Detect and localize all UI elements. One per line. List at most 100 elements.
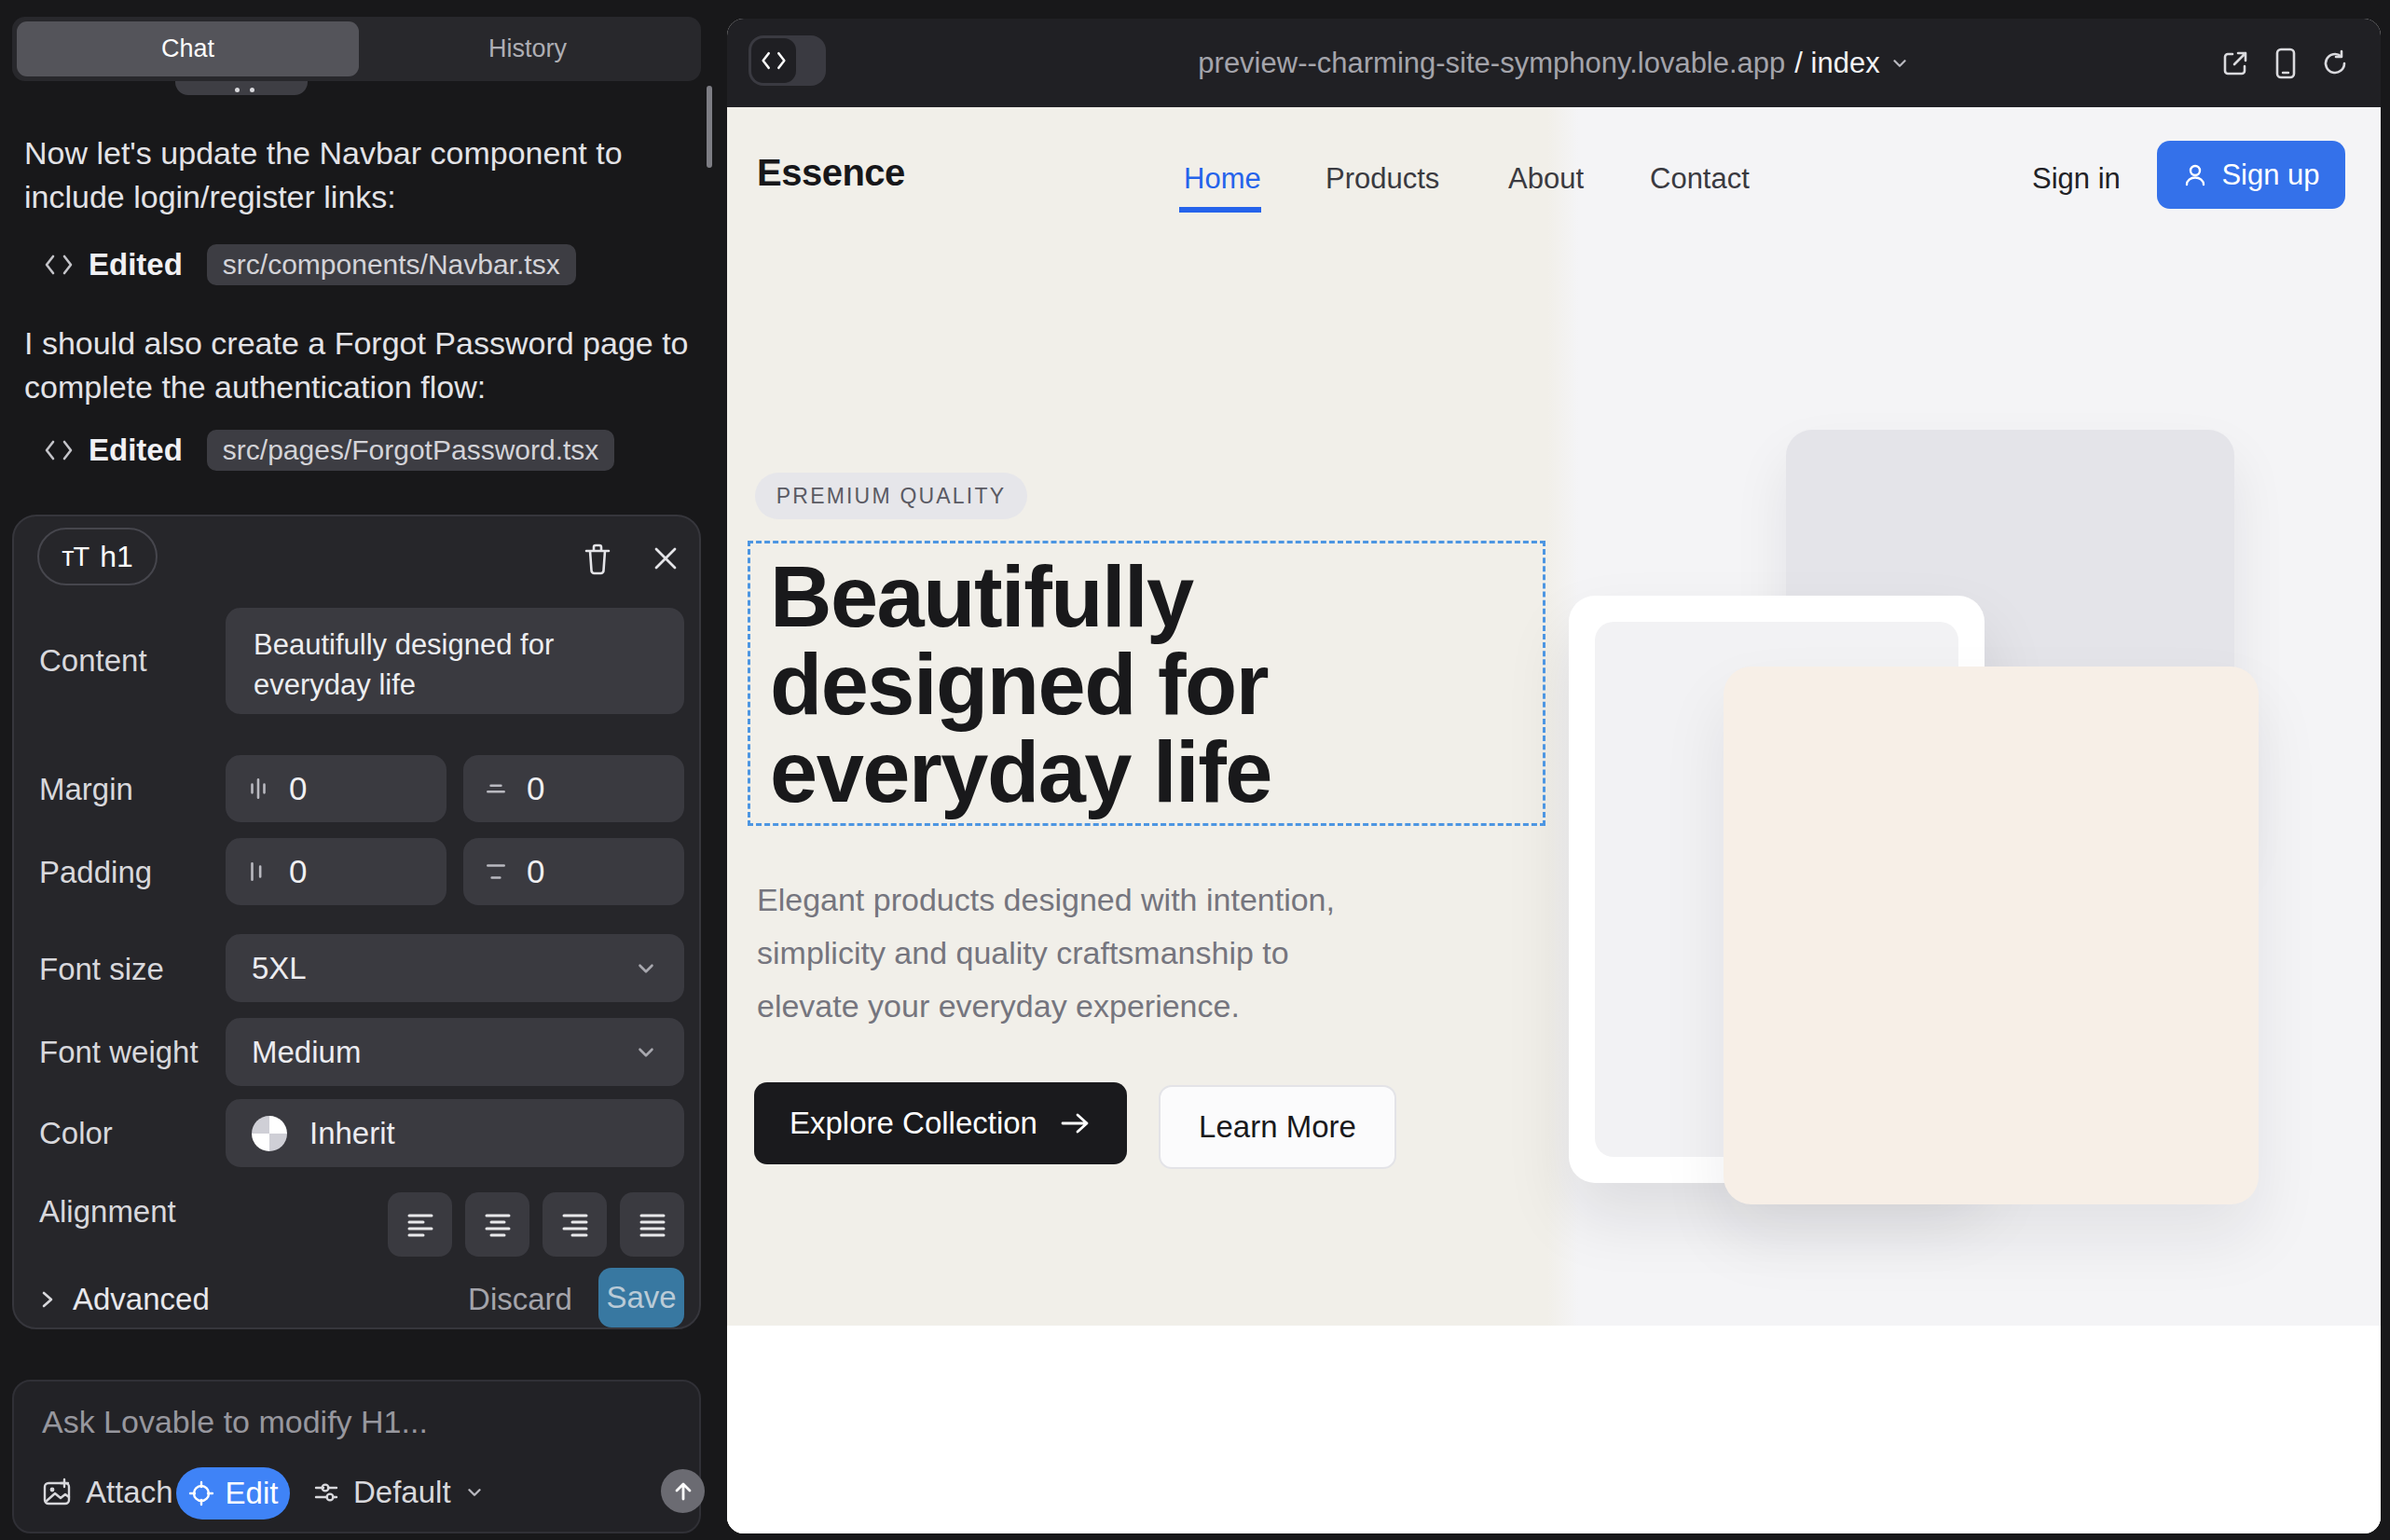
edit-mode-button[interactable]: Edit xyxy=(176,1467,290,1519)
sliders-icon xyxy=(312,1478,340,1506)
chat-input-placeholder: Ask Lovable to modify H1... xyxy=(42,1404,428,1440)
dot xyxy=(235,88,240,92)
nav-home[interactable]: Home xyxy=(1184,162,1261,196)
font-size-label: Font size xyxy=(39,952,164,987)
hero-paragraph: Elegant products designed with intention… xyxy=(757,873,1335,1033)
chat-input-box[interactable]: Ask Lovable to modify H1... Attach Edit … xyxy=(12,1380,701,1533)
learn-more-button[interactable]: Learn More xyxy=(1159,1085,1396,1169)
tab-chat-label: Chat xyxy=(161,34,214,63)
align-justify-button[interactable] xyxy=(620,1192,684,1257)
close-panel-button[interactable] xyxy=(652,544,680,572)
chevron-down-icon xyxy=(634,1040,658,1065)
learn-more-label: Learn More xyxy=(1199,1109,1356,1145)
align-justify-icon xyxy=(639,1212,666,1238)
element-editor-panel: тT h1 Content Beautifully designed for e… xyxy=(12,515,701,1329)
explore-collection-button[interactable]: Explore Collection xyxy=(754,1082,1127,1164)
align-left-button[interactable] xyxy=(388,1192,452,1257)
margin-y-icon xyxy=(484,777,508,801)
edited-file-chip[interactable]: src/components/Navbar.tsx xyxy=(207,244,576,285)
chat-message: I should also create a Forgot Password p… xyxy=(24,322,705,409)
mobile-view-icon[interactable] xyxy=(2274,48,2297,79)
align-left-icon xyxy=(406,1212,434,1238)
refresh-icon[interactable] xyxy=(2321,49,2349,77)
default-label: Default xyxy=(353,1475,451,1510)
open-external-icon[interactable] xyxy=(2220,48,2250,78)
send-button[interactable] xyxy=(661,1469,705,1513)
margin-x-input[interactable]: 0 xyxy=(226,755,446,822)
tab-history[interactable]: History xyxy=(359,21,696,76)
nav-home-underline xyxy=(1179,207,1261,213)
crosshair-icon xyxy=(188,1480,214,1506)
nav-products[interactable]: Products xyxy=(1325,162,1439,196)
arrow-right-icon xyxy=(1060,1111,1092,1135)
discard-button[interactable]: Discard xyxy=(469,1273,571,1326)
font-size-select[interactable]: 5XL xyxy=(226,934,684,1002)
color-label: Color xyxy=(39,1116,113,1151)
color-select[interactable]: Inherit xyxy=(226,1099,684,1167)
align-center-icon xyxy=(484,1212,512,1238)
align-right-icon xyxy=(561,1212,589,1238)
sidebar-scrollbar[interactable] xyxy=(707,86,712,168)
nav-contact[interactable]: Contact xyxy=(1650,162,1750,196)
margin-y-input[interactable]: 0 xyxy=(463,755,684,822)
preview-browser-bar: preview--charming-site-symphony.lovable.… xyxy=(727,19,2381,107)
color-value: Inherit xyxy=(309,1116,395,1151)
font-weight-select[interactable]: Medium xyxy=(226,1018,684,1086)
color-swatch xyxy=(252,1116,287,1151)
padding-y-value: 0 xyxy=(527,853,544,890)
arrow-up-icon xyxy=(672,1480,694,1503)
chat-input-toolbar: Attach Edit Default xyxy=(14,1464,699,1519)
delete-element-button[interactable] xyxy=(583,543,612,576)
code-icon xyxy=(44,254,74,276)
edited-label: Edited xyxy=(89,247,183,282)
preview-toolbar-icons xyxy=(2220,19,2349,107)
hero-heading[interactable]: Beautifully designed for everyday life xyxy=(770,553,1271,816)
preview-url-path: / index xyxy=(1794,47,1879,80)
signup-label: Sign up xyxy=(2221,158,2319,192)
alignment-label: Alignment xyxy=(39,1194,176,1230)
nav-about[interactable]: About xyxy=(1508,162,1584,196)
chevron-right-icon xyxy=(39,1288,56,1311)
font-weight-value: Medium xyxy=(252,1035,361,1070)
chat-message: Now let's update the Navbar component to… xyxy=(24,131,705,219)
model-default-select[interactable]: Default xyxy=(312,1475,485,1510)
sidebar-tab-bar: Chat History xyxy=(12,17,701,81)
site-logo[interactable]: Essence xyxy=(757,152,905,194)
font-weight-label: Font weight xyxy=(39,1035,199,1070)
edited-file-row: Edited src/components/Navbar.tsx xyxy=(44,244,576,285)
attach-button[interactable]: Attach xyxy=(41,1475,173,1510)
user-icon xyxy=(2182,162,2208,188)
content-input[interactable]: Beautifully designed for everyday life xyxy=(226,608,684,714)
edited-label: Edited xyxy=(89,433,183,468)
site-next-section xyxy=(727,1326,2381,1533)
save-button[interactable]: Save xyxy=(598,1268,684,1327)
margin-y-value: 0 xyxy=(527,770,544,807)
attach-label: Attach xyxy=(86,1475,173,1510)
selected-h1-outline[interactable]: Beautifully designed for everyday life xyxy=(748,541,1545,826)
edited-file-row: Edited src/pages/ForgotPassword.tsx xyxy=(44,430,614,471)
padding-y-icon xyxy=(484,859,508,884)
font-size-value: 5XL xyxy=(252,951,307,986)
signin-link[interactable]: Sign in xyxy=(2032,162,2121,196)
signup-button[interactable]: Sign up xyxy=(2157,141,2345,209)
edited-file-chip[interactable]: src/pages/ForgotPassword.tsx xyxy=(207,430,615,471)
hero-badge: PREMIUM QUALITY xyxy=(755,473,1027,519)
dot xyxy=(250,88,254,92)
margin-x-value: 0 xyxy=(289,770,307,807)
align-center-button[interactable] xyxy=(465,1192,529,1257)
chevron-down-icon xyxy=(464,1482,485,1503)
padding-label: Padding xyxy=(39,855,152,890)
preview-url-bar[interactable]: preview--charming-site-symphony.lovable.… xyxy=(727,19,2381,107)
tab-chat[interactable]: Chat xyxy=(17,21,359,76)
element-tag-name: h1 xyxy=(100,540,133,574)
margin-label: Margin xyxy=(39,772,133,807)
padding-y-input[interactable]: 0 xyxy=(463,838,684,905)
preview-site: Essence Home Products About Contact Sign… xyxy=(727,107,2381,1533)
content-label: Content xyxy=(39,643,147,679)
preview-url-domain: preview--charming-site-symphony.lovable.… xyxy=(1198,47,1785,80)
advanced-toggle[interactable]: Advanced xyxy=(39,1273,210,1326)
element-tag-pill[interactable]: тT h1 xyxy=(37,528,158,585)
padding-x-input[interactable]: 0 xyxy=(226,838,446,905)
preview-window: preview--charming-site-symphony.lovable.… xyxy=(727,19,2381,1533)
align-right-button[interactable] xyxy=(543,1192,607,1257)
